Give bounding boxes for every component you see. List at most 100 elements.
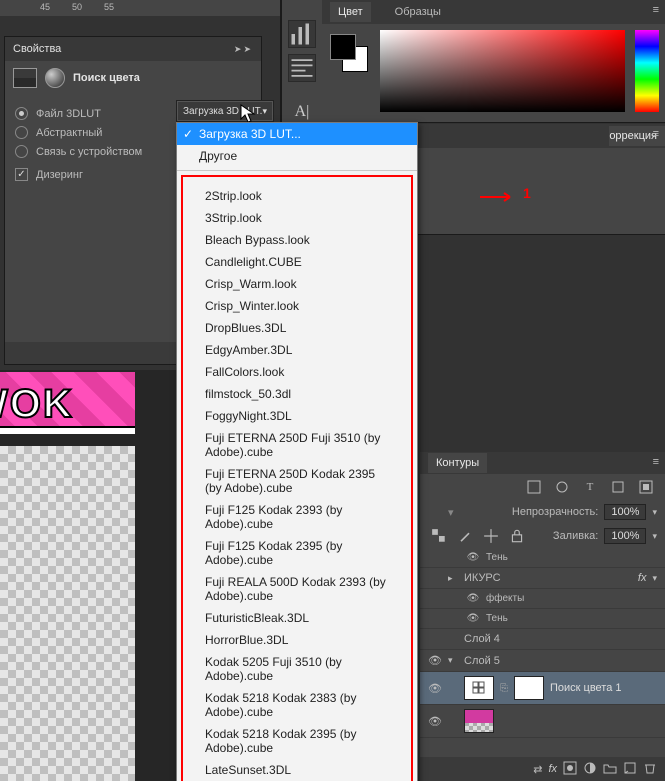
tab-paths[interactable]: Контуры (428, 453, 487, 473)
filter-pixel-icon[interactable] (523, 476, 545, 498)
properties-subtitle: Поиск цвета (73, 72, 140, 84)
ruler-tick: 50 (72, 2, 82, 12)
hue-strip[interactable] (635, 30, 659, 112)
visibility-eye-icon[interactable]: 👁 (428, 654, 442, 667)
dropdown-item[interactable]: Crisp_Warm.look (183, 273, 411, 295)
layer-row-selected[interactable]: 👁 ⎘ Поиск цвета 1 (420, 672, 665, 705)
dropdown-item[interactable]: 2Strip.look (183, 185, 411, 207)
color-lookup-sphere-icon (45, 68, 65, 88)
dropdown-item[interactable]: Fuji F125 Kodak 2395 (by Adobe).cube (183, 535, 411, 571)
layer-row[interactable]: 👁 ▾ Слой 5 (420, 650, 665, 672)
dropdown-item[interactable]: Fuji ETERNA 250D Fuji 3510 (by Adobe).cu… (183, 427, 411, 463)
3dlut-dropdown-menu: Загрузка 3D LUT... Другое 2Strip.look3St… (176, 122, 418, 781)
layer-effect-row[interactable]: 👁 Тень (420, 548, 665, 568)
collapse-button-icon[interactable]: ➤➤ (234, 44, 253, 55)
dropdown-item[interactable]: HorrorBlue.3DL (183, 629, 411, 651)
layer-row[interactable]: Слой 4 (420, 629, 665, 650)
dropdown-item[interactable]: LateSunset.3DL (183, 759, 411, 781)
layer-name: Слой 4 (464, 633, 500, 645)
radio-abstract[interactable] (15, 126, 28, 139)
lock-position-icon[interactable] (480, 525, 502, 547)
layer-effect-row[interactable]: 👁 Тень (420, 609, 665, 629)
delete-layer-icon[interactable] (643, 761, 657, 778)
layer-mask-thumb[interactable] (514, 676, 544, 700)
dropdown-item[interactable]: Kodak 5218 Kodak 2395 (by Adobe).cube (183, 723, 411, 759)
dropdown-item[interactable]: Fuji ETERNA 250D Kodak 2395 (by Adobe).c… (183, 463, 411, 499)
layer-effects-header[interactable]: 👁 ффекты (420, 589, 665, 609)
layer-row[interactable]: ▸ ИКУРС fx ▾ (420, 568, 665, 589)
canvas-transparent-area[interactable] (0, 446, 135, 781)
paragraph-icon[interactable] (288, 54, 316, 82)
tab-swatches[interactable]: Образцы (387, 2, 449, 22)
new-adjustment-icon[interactable] (583, 761, 597, 778)
layer-row[interactable]: 👁 (420, 705, 665, 738)
dropdown-item[interactable]: FuturisticBleak.3DL (183, 607, 411, 629)
link-icon[interactable]: ⎘ (500, 683, 508, 694)
foreground-background-swatch[interactable] (330, 34, 366, 70)
dropdown-item[interactable]: EdgyAmber.3DL (183, 339, 411, 361)
chevron-down-icon[interactable]: ▾ (652, 507, 657, 518)
radio-abstract-label: Абстрактный (36, 127, 102, 139)
tab-color[interactable]: Цвет (330, 2, 371, 22)
dropdown-item[interactable]: Fuji F125 Kodak 2393 (by Adobe).cube (183, 499, 411, 535)
dropdown-item[interactable]: FoggyNight.3DL (183, 405, 411, 427)
histogram-icon[interactable] (288, 20, 316, 48)
new-group-icon[interactable] (603, 761, 617, 778)
filter-type-icon[interactable]: T (579, 476, 601, 498)
filter-shape-icon[interactable] (607, 476, 629, 498)
new-layer-icon[interactable] (623, 761, 637, 778)
lut-file-list: 2Strip.look3Strip.lookBleach Bypass.look… (181, 175, 413, 781)
link-layers-icon[interactable]: ⇄ (533, 763, 542, 776)
dropdown-item[interactable]: filmstock_50.3dl (183, 383, 411, 405)
effects-label: ффекты (486, 593, 524, 604)
dropdown-item[interactable]: Kodak 5205 Fuji 3510 (by Adobe).cube (183, 651, 411, 687)
adjustment-layer-thumb[interactable] (464, 676, 494, 700)
canvas-content[interactable]: WOK (0, 372, 135, 434)
visibility-eye-icon[interactable]: 👁 (466, 613, 480, 624)
visibility-eye-icon[interactable]: 👁 (466, 552, 480, 563)
foreground-color-swatch[interactable] (330, 34, 356, 60)
dropdown-item-selected[interactable]: Загрузка 3D LUT... (177, 123, 417, 145)
panel-menu-icon[interactable]: ≡ (653, 4, 659, 16)
dropdown-item[interactable]: 3Strip.look (183, 207, 411, 229)
lock-transparency-icon[interactable] (428, 525, 450, 547)
visibility-eye-icon[interactable]: 👁 (466, 593, 480, 604)
3dlut-dropdown[interactable]: Загрузка 3D LUT... ▾ (176, 100, 274, 122)
dropdown-item[interactable]: Candlelight.CUBE (183, 251, 411, 273)
lock-all-icon[interactable] (506, 525, 528, 547)
dropdown-item-other[interactable]: Другое (177, 145, 417, 167)
visibility-eye-icon[interactable]: 👁 (428, 682, 442, 695)
chevron-down-icon: ▾ (262, 106, 267, 117)
layer-thumb[interactable] (464, 709, 494, 733)
annotation-marker-1: 1 (523, 185, 531, 201)
dropdown-item[interactable]: Kodak 5218 Kodak 2383 (by Adobe).cube (183, 687, 411, 723)
panel-menu-icon[interactable]: ≡ (653, 128, 659, 140)
radio-3dlut-file[interactable] (15, 107, 28, 120)
layer-name: Поиск цвета 1 (550, 682, 622, 694)
effect-name: Тень (486, 552, 508, 563)
dropdown-item[interactable]: Crisp_Winter.look (183, 295, 411, 317)
filter-smart-icon[interactable] (635, 476, 657, 498)
add-mask-icon[interactable] (563, 761, 577, 778)
chevron-down-icon[interactable]: ▾ (652, 573, 657, 584)
lock-pixels-icon[interactable] (454, 525, 476, 547)
radio-device-link[interactable] (15, 145, 28, 158)
filter-adjustment-icon[interactable] (551, 476, 573, 498)
dropdown-item[interactable]: DropBlues.3DL (183, 317, 411, 339)
panel-menu-icon[interactable]: ≡ (653, 456, 659, 468)
checkbox-dithering[interactable] (15, 168, 28, 181)
color-field[interactable] (380, 30, 625, 112)
twirl-down-icon[interactable]: ▸ (448, 573, 458, 584)
chevron-down-icon[interactable]: ▾ (652, 531, 657, 542)
opacity-value[interactable]: 100% (604, 504, 646, 520)
layer-fx-icon[interactable]: fx (548, 763, 557, 775)
paths-panel: Контуры ≡ T (420, 452, 665, 500)
dropdown-item[interactable]: Fuji REALA 500D Kodak 2393 (by Adobe).cu… (183, 571, 411, 607)
fx-badge[interactable]: fx (638, 572, 647, 584)
visibility-eye-icon[interactable]: 👁 (428, 715, 442, 728)
dropdown-item[interactable]: Bleach Bypass.look (183, 229, 411, 251)
color-panel: Цвет Образцы ≡ (322, 0, 665, 123)
fill-value[interactable]: 100% (604, 528, 646, 544)
dropdown-item[interactable]: FallColors.look (183, 361, 411, 383)
twirl-down-icon[interactable]: ▾ (448, 655, 458, 666)
